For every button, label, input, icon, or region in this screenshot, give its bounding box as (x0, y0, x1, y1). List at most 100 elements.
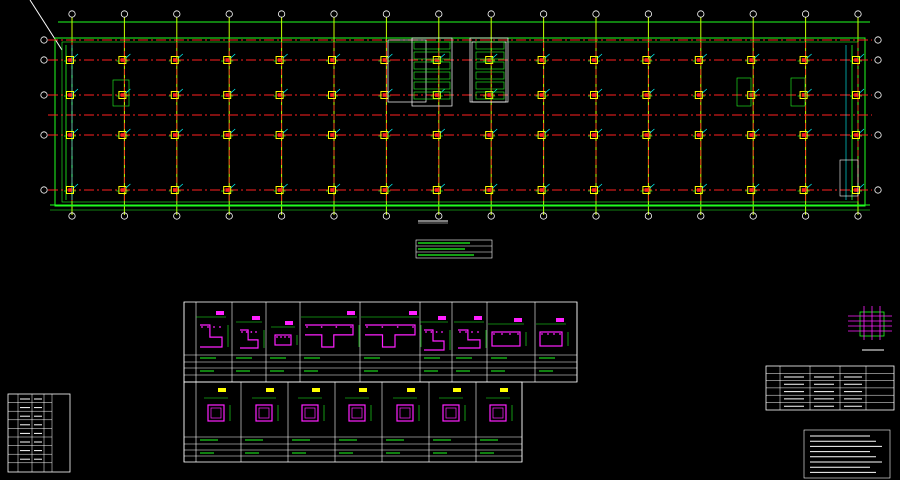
rebar-dot (547, 333, 549, 335)
column-section (801, 58, 806, 62)
column-section (487, 93, 491, 97)
column-section (854, 58, 858, 62)
column-section (644, 58, 649, 62)
rebar-dot (276, 336, 278, 338)
column-section (697, 133, 701, 137)
rebar-dot (241, 331, 243, 333)
column-section (120, 93, 125, 97)
column-section (539, 188, 544, 192)
column-section (68, 93, 72, 97)
column-section (592, 93, 596, 97)
rebar-dot (255, 331, 257, 333)
rebar-dot (471, 331, 473, 333)
rebar-dot (284, 336, 286, 338)
column-section (277, 58, 282, 62)
column-section (277, 133, 282, 137)
column-section (120, 133, 125, 137)
rebar-dot (219, 326, 221, 328)
rebar-dot (201, 326, 203, 328)
rebar-dot (493, 333, 495, 335)
column-section (120, 188, 125, 192)
column-section (749, 58, 753, 62)
rebar-dot (412, 326, 414, 328)
column-section (173, 133, 177, 137)
column-section (120, 58, 125, 62)
column-section (854, 188, 858, 192)
rebar-dot (435, 331, 438, 333)
section-tag (285, 321, 293, 325)
column-section (225, 58, 229, 62)
column-section (801, 133, 806, 137)
column-section (435, 133, 439, 137)
column-section (644, 93, 649, 97)
rebar-dot (501, 333, 503, 335)
column-section (697, 58, 701, 62)
rebar-dot (320, 326, 323, 328)
section-tag (252, 316, 260, 320)
section-tag (266, 388, 274, 392)
rebar-dot (245, 331, 248, 333)
cad-drawing (0, 0, 900, 480)
section-tag (474, 316, 482, 320)
rebar-dot (280, 336, 282, 338)
column-section (173, 188, 177, 192)
column-section (173, 58, 177, 62)
column-section (68, 133, 72, 137)
rebar-dot (335, 326, 338, 328)
column-section (225, 133, 229, 137)
rebar-dot (381, 326, 384, 328)
rebar-dot (465, 331, 467, 333)
rebar-dot (459, 331, 461, 333)
column-section (749, 188, 753, 192)
column-section (330, 133, 334, 137)
section-tag (500, 388, 508, 392)
column-section (435, 188, 439, 192)
rebar-dot (306, 326, 308, 328)
column-section (173, 93, 177, 97)
column-section (644, 188, 649, 192)
rebar-dot (207, 326, 209, 328)
rebar-dot (396, 326, 399, 328)
column-section (854, 93, 858, 97)
section-tag (218, 388, 226, 392)
column-section (225, 93, 229, 97)
column-section (487, 188, 491, 192)
column-section (330, 58, 334, 62)
column-section (592, 58, 596, 62)
rebar-dot (559, 333, 561, 335)
column-section (749, 133, 753, 137)
column-section (801, 188, 806, 192)
section-tag (347, 311, 355, 315)
rebar-dot (553, 333, 555, 335)
rebar-dot (477, 331, 479, 333)
column-section (539, 58, 544, 62)
column-section (382, 58, 387, 62)
rebar-dot (430, 331, 433, 333)
rebar-dot (350, 326, 352, 328)
column-section (382, 188, 387, 192)
column-section (277, 93, 282, 97)
section-tag (312, 388, 320, 392)
section-tag (438, 316, 446, 320)
rebar-dot (288, 336, 290, 338)
section-tag (359, 388, 367, 392)
column-section (382, 133, 387, 137)
column-section (68, 188, 72, 192)
rebar-dot (541, 333, 543, 335)
column-section (697, 93, 701, 97)
column-section (225, 188, 229, 192)
section-tag (556, 318, 564, 322)
rebar-dot (425, 331, 427, 333)
column-section (539, 133, 544, 137)
rebar-dot (250, 331, 253, 333)
column-section (592, 188, 596, 192)
column-section (330, 188, 334, 192)
column-section (539, 93, 544, 97)
rebar-dot (517, 333, 519, 335)
column-section (644, 133, 649, 137)
column-section (854, 133, 858, 137)
column-section (487, 133, 491, 137)
column-section (382, 93, 387, 97)
column-section (435, 93, 439, 97)
section-tag (409, 311, 417, 315)
